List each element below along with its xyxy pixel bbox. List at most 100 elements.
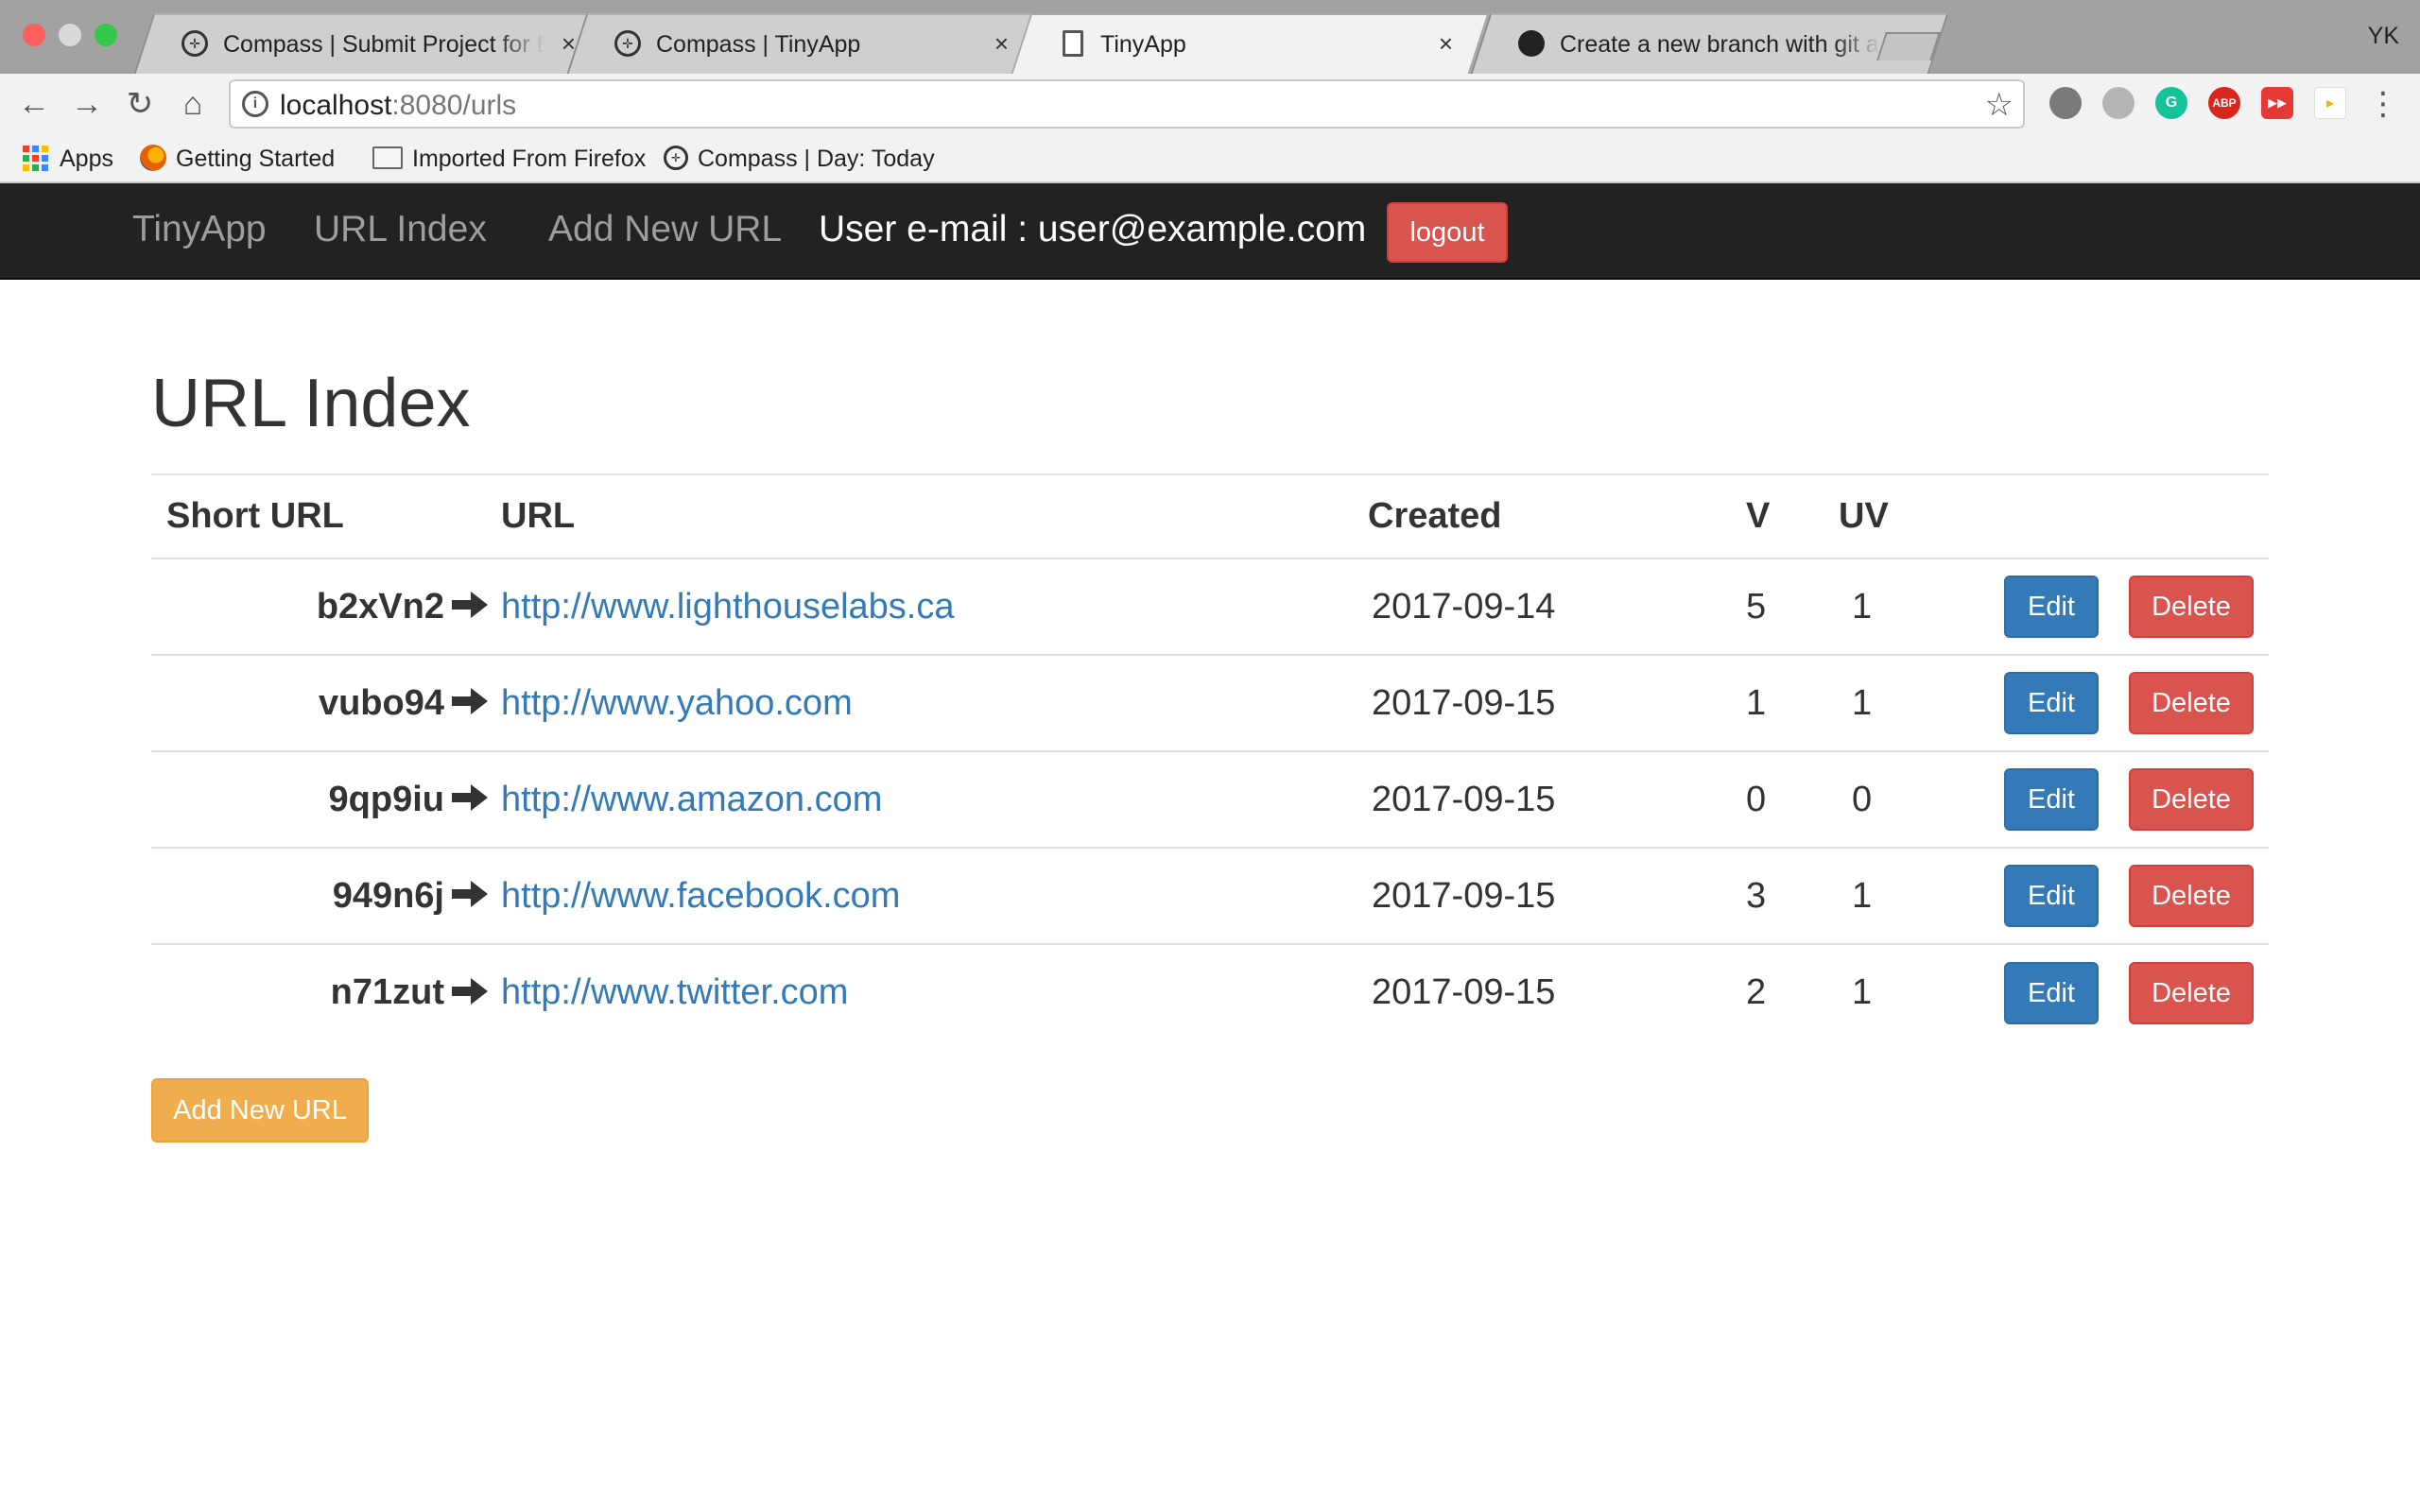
short-url-cell: vubo94 [151,654,501,751]
add-new-url-button[interactable]: Add New URL [151,1078,369,1143]
tab-title: Compass | Submit Project for Evaluation [223,31,544,58]
delete-button[interactable]: Delete [2129,768,2254,831]
arrow-right-icon [452,784,488,812]
bookmark-apps[interactable]: Apps [23,142,113,176]
google-drive-icon[interactable] [2102,87,2135,119]
arrow-right-icon [452,881,488,908]
nav-link-url-index[interactable]: URL Index [314,208,487,251]
column-header-v: V [1746,475,1839,559]
tab-title: Create a new branch with git and manage … [1560,31,1881,58]
short-url[interactable]: 949n6j [333,876,444,916]
bookmark-getting-started[interactable]: Getting Started [140,142,335,176]
visits-cell: 2 [1746,943,1839,1040]
table-row: n71zut http://www.twitter.com 2017-09-15… [151,943,2269,1040]
bookmark-star-icon[interactable]: ☆ [1985,87,2014,123]
page-title: URL Index [151,366,471,441]
browser-tab[interactable]: ✛ Compass | TinyApp × [566,13,1046,74]
short-url[interactable]: 9qp9iu [329,780,444,819]
adblock-plus-icon[interactable]: ABP [2208,87,2240,119]
browser-menu-icon[interactable]: ⋮ [2367,85,2399,123]
bookmark-compass-today[interactable]: ✛ Compass | Day: Today [664,142,940,176]
grammarly-icon[interactable]: G [2155,87,2187,119]
short-url-cell: 949n6j [151,847,501,944]
navbar-brand[interactable]: TinyApp [132,208,267,251]
home-icon[interactable]: ⌂ [174,85,212,123]
browser-tab[interactable]: ✛ Compass | Submit Project for Evaluatio… [133,13,613,74]
zoom-window-button[interactable] [95,24,117,46]
delete-button[interactable]: Delete [2129,576,2254,638]
url-table: Short URL URL Created V UV b2xVn2 http:/… [151,475,2269,1040]
long-url-link[interactable]: http://www.facebook.com [501,876,900,916]
compass-icon: ✛ [614,30,641,57]
profile-label[interactable]: YK [2368,23,2399,50]
long-url-link[interactable]: http://www.yahoo.com [501,683,853,723]
bookmark-label: Imported From Firefox [412,146,647,172]
unique-visits-cell: 1 [1839,654,1971,751]
info-icon[interactable]: i [242,91,268,117]
back-arrow-icon[interactable]: ← [15,85,53,123]
short-url[interactable]: vubo94 [319,683,444,723]
nav-link-add-new-url[interactable]: Add New URL [548,208,782,251]
film-reel-icon[interactable] [2049,87,2082,119]
close-icon[interactable]: × [994,28,1009,59]
visits-cell: 0 [1746,750,1839,848]
address-path: :8080/urls [391,90,517,121]
tab-title: Compass | TinyApp [656,31,861,58]
edit-button[interactable]: Edit [2004,672,2099,734]
edit-button[interactable]: Edit [2004,961,2099,1024]
bookmark-label: Getting Started [176,146,336,172]
arrow-right-icon [452,977,488,1005]
column-header-actions [1971,475,2269,559]
minimize-window-button[interactable] [59,24,81,46]
bookmark-folder-imported[interactable]: Imported From Firefox [372,142,648,176]
address-bar[interactable]: i localhost:8080/urls ☆ [229,79,2025,129]
short-url[interactable]: n71zut [331,972,444,1012]
actions-cell: Edit Delete [1971,943,2269,1040]
folder-icon [372,146,403,170]
edit-button[interactable]: Edit [2004,865,2099,927]
visits-cell: 1 [1746,654,1839,751]
table-header-row: Short URL URL Created V UV [151,475,2269,559]
long-url-cell: http://www.facebook.com [501,847,1368,944]
browser-tab-active[interactable]: TinyApp × [1011,13,1490,74]
short-url[interactable]: b2xVn2 [317,587,444,627]
short-url-cell: n71zut [151,943,501,1040]
long-url-link[interactable]: http://www.twitter.com [501,972,848,1012]
new-tab-button[interactable] [1876,32,1941,60]
unique-visits-cell: 1 [1839,943,1971,1040]
close-window-button[interactable] [23,24,45,46]
fast-forward-icon[interactable]: ▶▶ [2261,87,2293,119]
firefox-icon [140,145,166,172]
visits-cell: 3 [1746,847,1839,944]
browser-tab[interactable]: Create a new branch with git and manage … [1470,13,1949,74]
close-icon[interactable]: × [1439,28,1453,59]
apps-grid-icon [23,145,48,171]
column-header-uv: UV [1839,475,1971,559]
logout-button[interactable]: logout [1387,202,1508,263]
long-url-link[interactable]: http://www.amazon.com [501,780,882,819]
bookmark-label: Compass | Day: Today [698,146,935,172]
delete-button[interactable]: Delete [2129,865,2254,927]
actions-cell: Edit Delete [1971,847,2269,944]
actions-cell: Edit Delete [1971,558,2269,655]
created-cell: 2017-09-15 [1368,847,1746,944]
address-url[interactable]: localhost:8080/urls [280,89,516,123]
bookmark-label: Apps [60,146,113,172]
reload-icon[interactable]: ↻ [121,85,159,123]
github-icon [1518,30,1545,57]
forward-arrow-icon[interactable]: → [68,85,106,123]
user-email-label: User e-mail : user@example.com [819,209,1367,249]
short-url-cell: 9qp9iu [151,750,501,848]
long-url-cell: http://www.yahoo.com [501,654,1368,751]
cast-icon[interactable]: ▸ [2314,87,2346,119]
edit-button[interactable]: Edit [2004,768,2099,831]
unique-visits-cell: 0 [1839,750,1971,848]
delete-button[interactable]: Delete [2129,961,2254,1024]
long-url-link[interactable]: http://www.lighthouselabs.ca [501,587,955,627]
actions-cell: Edit Delete [1971,750,2269,848]
delete-button[interactable]: Delete [2129,672,2254,734]
bookmarks-bar: Apps Getting Started Imported From Firef… [0,134,2420,183]
edit-button[interactable]: Edit [2004,576,2099,638]
unique-visits-cell: 1 [1839,847,1971,944]
long-url-cell: http://www.twitter.com [501,943,1368,1040]
